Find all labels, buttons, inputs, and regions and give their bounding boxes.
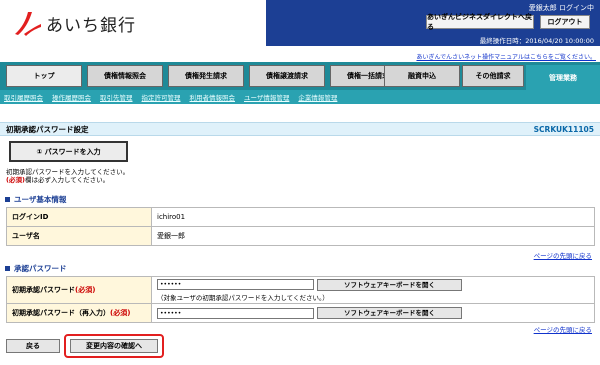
user-info-section-title: ユーザ基本情報 xyxy=(5,194,66,205)
header-user-panel: 愛銀太郎 ログイン中 あいぎんビジネスダイレクトへ戻る ログアウト 最終操作日時… xyxy=(266,0,600,46)
subnav-operation-history[interactable]: 操作履歴照会 xyxy=(52,92,91,102)
required-marker: (必須) xyxy=(75,286,96,294)
subnav-user-management[interactable]: ユーザ情報管理 xyxy=(244,92,289,102)
instructions: 初期承認パスワードを入力してください。 (必須)欄は必ず入力してください。 xyxy=(6,168,129,184)
instruction-line-1: 初期承認パスワードを入力してください。 xyxy=(6,168,130,176)
password-section-title: 承認パスワード xyxy=(5,263,67,274)
page-top-link-2[interactable]: ページの先頭に戻る xyxy=(534,324,592,334)
required-marker: (必須) xyxy=(6,176,25,184)
initial-password-input[interactable]: •••••• xyxy=(157,279,314,290)
initial-password-cell: •••••• ソフトウェアキーボードを開く （対象ユーザの初期承認パスワードを入力… xyxy=(151,276,595,304)
software-keyboard-button-2[interactable]: ソフトウェアキーボードを開く xyxy=(317,307,462,319)
bank-name: あいち銀行 xyxy=(46,15,136,36)
tab-management[interactable]: 管理業務 xyxy=(526,65,600,90)
tabs-overlay: 融資申込 その他請求 管理業務 xyxy=(0,62,600,90)
return-direct-button[interactable]: あいぎんビジネスダイレクトへ戻る xyxy=(426,13,534,31)
instruction-line-2: (必須)欄は必ず入力してください。 xyxy=(6,176,129,184)
tab-loan[interactable]: 融資申込 xyxy=(384,65,460,87)
bank-logo: あいち銀行 xyxy=(12,10,136,36)
tab-other-request[interactable]: その他請求 xyxy=(462,65,524,87)
password-table: 初期承認パスワード(必須) •••••• ソフトウェアキーボードを開く （対象ユー… xyxy=(6,276,595,323)
software-keyboard-button[interactable]: ソフトウェアキーボードを開く xyxy=(317,278,462,291)
login-id-value: ichiro01 xyxy=(151,207,595,227)
initial-password-reenter-label-text: 初期承認パスワード（再入力） xyxy=(12,309,110,317)
user-info-section-label: ユーザ基本情報 xyxy=(14,195,67,204)
last-operation-time: 最終操作日時：2016/04/20 10:00:00 xyxy=(479,37,594,45)
logout-button[interactable]: ログアウト xyxy=(540,15,590,29)
manual-link[interactable]: あいぎんでんさいネット操作マニュアルはこちらをご覧ください。 xyxy=(416,52,596,61)
screen-code: SCRKUK11105 xyxy=(533,124,594,134)
section-bullet-icon xyxy=(5,266,10,271)
table-row: 初期承認パスワード（再入力）(必須) •••••• ソフトウェアキーボードを開く xyxy=(6,303,595,323)
password-note: （対象ユーザの初期承認パスワードを入力してください。） xyxy=(157,293,329,302)
password-section-label: 承認パスワード xyxy=(14,264,67,273)
confirm-changes-button[interactable]: 変更内容の確認へ xyxy=(70,339,158,353)
initial-password-reenter-label: 初期承認パスワード（再入力）(必須) xyxy=(6,303,152,323)
user-status: 愛銀太郎 ログイン中 xyxy=(528,4,594,12)
required-marker: (必須) xyxy=(110,309,131,317)
section-bullet-icon xyxy=(5,197,10,202)
user-info-table: ログインID ichiro01 ユーザ名 愛銀一郎 xyxy=(6,207,595,246)
page-title-bar: 初期承認パスワード設定 SCRKUK11105 xyxy=(0,122,600,136)
instruction-line-2-text: 欄は必ず入力してください。 xyxy=(24,176,110,184)
table-row: 初期承認パスワード(必須) •••••• ソフトウェアキーボードを開く （対象ユー… xyxy=(6,276,595,304)
initial-password-reenter-input[interactable]: •••••• xyxy=(157,307,314,319)
subnav-transaction-history[interactable]: 取引履歴照会 xyxy=(4,92,43,102)
page-title: 初期承認パスワード設定 xyxy=(6,124,89,134)
user-name-value: 愛銀一郎 xyxy=(151,226,595,246)
page-top-link[interactable]: ページの先頭に戻る xyxy=(534,250,592,260)
initial-password-reenter-cell: •••••• ソフトウェアキーボードを開く xyxy=(151,303,595,323)
back-button[interactable]: 戻る xyxy=(6,339,60,353)
user-name-label: ユーザ名 xyxy=(6,226,152,246)
step-indicator: ① パスワードを入力 xyxy=(9,141,128,162)
sub-navigation: 取引履歴照会 操作履歴照会 取引先管理 指定許可管理 利用者情報照会 ユーザ情報… xyxy=(0,90,600,104)
subnav-partner-management[interactable]: 取引先管理 xyxy=(100,92,133,102)
table-row: ユーザ名 愛銀一郎 xyxy=(6,226,595,246)
subnav-company-management[interactable]: 企業情報管理 xyxy=(298,92,337,102)
table-row: ログインID ichiro01 xyxy=(6,207,595,227)
initial-password-label: 初期承認パスワード(必須) xyxy=(6,276,152,304)
initial-password-label-text: 初期承認パスワード xyxy=(12,286,75,294)
bank-logo-icon xyxy=(15,12,41,36)
subnav-permission-management[interactable]: 指定許可管理 xyxy=(142,92,181,102)
login-id-label: ログインID xyxy=(6,207,152,227)
subnav-user-info-inquiry[interactable]: 利用者情報照会 xyxy=(190,92,236,102)
